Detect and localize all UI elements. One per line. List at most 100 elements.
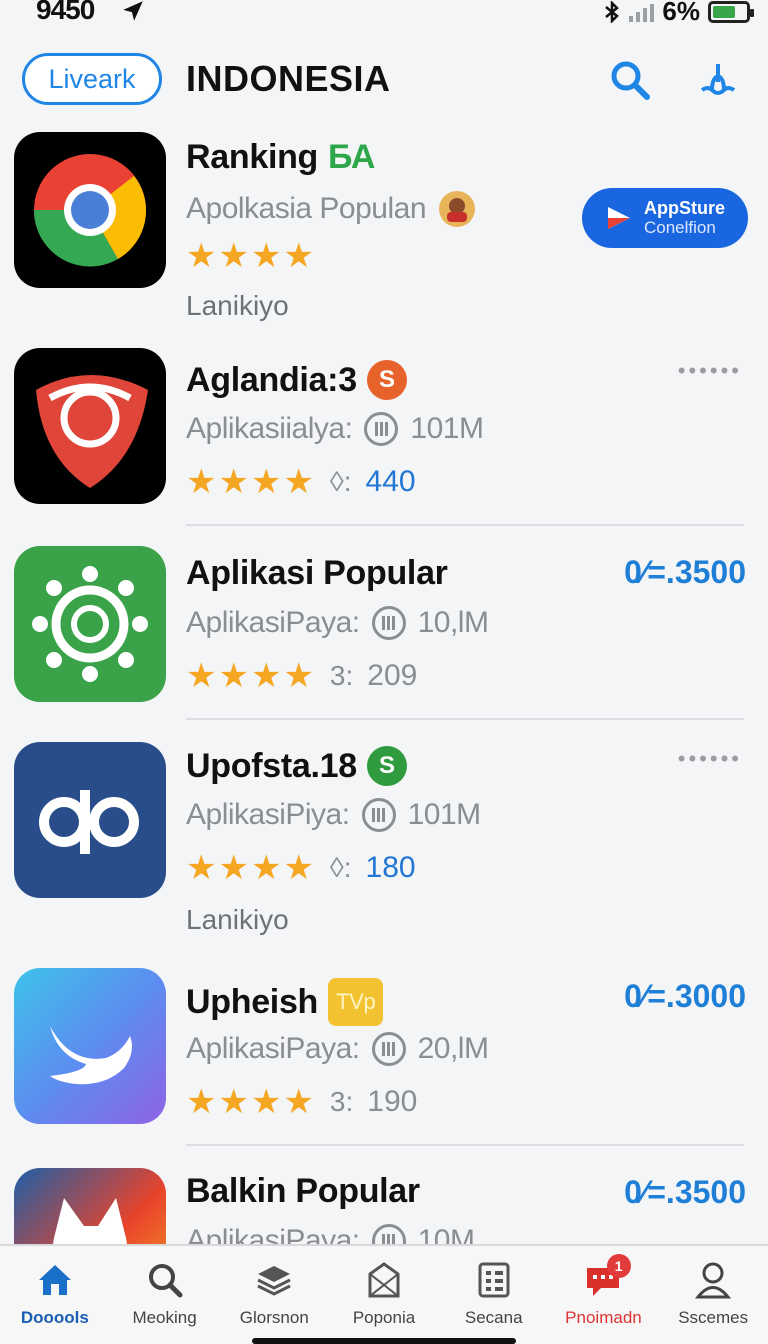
- rating-count: 209: [367, 659, 418, 692]
- rating-count: 190: [367, 1085, 418, 1118]
- tab-label: Secana: [464, 1308, 523, 1327]
- mic-icon[interactable]: [694, 56, 742, 104]
- app-name: Aplikasi Popular: [186, 554, 448, 592]
- app-badge: БА: [328, 138, 376, 176]
- button-line1: AppSture: [644, 198, 725, 218]
- subtitle-text: AplikasiPaya:: [186, 1032, 360, 1065]
- app-name: Ranking: [186, 138, 319, 176]
- divider: [186, 1144, 744, 1146]
- home-indicator: [252, 1338, 516, 1344]
- star-rating: ★★★★: [186, 1083, 316, 1121]
- chrome-app-icon: [14, 132, 166, 288]
- gear-app-icon: [14, 546, 166, 702]
- header: Liveark INDONESIA: [0, 48, 768, 112]
- app-subtitle: AplikasiPiya: 101M: [186, 798, 481, 832]
- download-count: 101M: [410, 412, 484, 445]
- star-rating: ★★★★: [186, 463, 316, 501]
- tab-store[interactable]: Poponia: [329, 1246, 439, 1344]
- tab-layers[interactable]: Glorsnon: [219, 1246, 329, 1344]
- rating-symbol: ◊:: [329, 852, 352, 883]
- subtitle-text: AplikasiPiya:: [186, 798, 350, 831]
- app-tag: Lanikiyo: [186, 290, 289, 321]
- appstore-connection-button[interactable]: AppSture Conelfion: [582, 188, 748, 248]
- tab-messages[interactable]: 1 Pnoimadn: [549, 1246, 659, 1344]
- app-subtitle: AplikasiPaya: 10,lM: [186, 606, 489, 640]
- tab-label: Sscemes: [678, 1308, 749, 1327]
- tab-search[interactable]: Meoking: [110, 1246, 220, 1344]
- rating-count: 180: [365, 851, 416, 884]
- app-name: Balkin Popular: [186, 1172, 420, 1210]
- battery-percent: 6%: [662, 0, 700, 26]
- app-tag: Lanikiyo: [186, 904, 289, 935]
- tab-label: Glorsnon: [239, 1308, 309, 1327]
- tab-label: Poponia: [352, 1308, 416, 1327]
- download-icon: [364, 412, 399, 446]
- download-count: 101M: [407, 798, 482, 831]
- bird-app-icon: [14, 968, 166, 1124]
- app-title: Upheish TVp: [186, 978, 384, 1026]
- download-icon: [371, 1224, 406, 1244]
- subtitle-text: Aplikasiialya:: [186, 412, 353, 445]
- more-options-button[interactable]: ••••••: [678, 746, 742, 772]
- button-line2: Conelfion: [644, 218, 716, 237]
- app-name: Upofsta.18: [186, 746, 357, 785]
- status-bar: 9450 6%: [0, 0, 768, 28]
- tab-label: Meoking: [132, 1308, 197, 1327]
- download-count: 10,lM: [417, 606, 489, 639]
- app-rating: ★★★★ ◊: 440: [186, 462, 416, 502]
- app-name: Upheish: [186, 982, 319, 1021]
- price-button[interactable]: 0⁄=.3500: [624, 1174, 746, 1211]
- search-icon: [148, 1264, 183, 1298]
- app-subtitle: Apolkasia Populan: [186, 190, 476, 228]
- download-icon: [361, 798, 396, 832]
- app-title: Ranking БА: [186, 138, 375, 177]
- aglandia-app-icon: [14, 348, 166, 504]
- page-title: INDONESIA: [186, 58, 391, 99]
- download-icon: [371, 1032, 406, 1066]
- app-rating: ★★★★ 3: 190: [186, 1082, 417, 1122]
- rating-count: 440: [365, 465, 416, 498]
- person-icon: [695, 1262, 732, 1299]
- store-icon: [368, 1262, 400, 1298]
- subtitle-text: AplikasiPaya:: [186, 1224, 360, 1244]
- status-time: 9450: [36, 0, 95, 25]
- location-arrow-icon: [123, 1, 143, 21]
- status-right: 6%: [603, 0, 754, 27]
- app-title: Upofsta.18 S: [186, 746, 407, 786]
- tab-label: Dooools: [20, 1308, 89, 1327]
- liveark-pill-button[interactable]: Liveark: [22, 53, 162, 105]
- notification-badge: 1: [606, 1254, 631, 1278]
- download-count: 20,lM: [417, 1032, 489, 1065]
- tab-home[interactable]: Dooools: [0, 1246, 110, 1344]
- app-subtitle: Aplikasiialya: 101M: [186, 412, 484, 446]
- price-button[interactable]: 0⁄=.3000: [624, 978, 746, 1015]
- home-icon: [38, 1265, 71, 1295]
- app-subtitle: AplikasiPaya: 20,lM: [186, 1032, 489, 1066]
- download-count: 10M: [417, 1224, 475, 1244]
- layers-icon: [257, 1266, 291, 1296]
- subtitle-text: Apolkasia Populan: [186, 192, 427, 225]
- play-arrow-icon: [608, 207, 630, 229]
- price-button[interactable]: 0⁄=.3500: [624, 554, 746, 591]
- app-rating: ★★★★ 3: 209: [186, 656, 417, 696]
- signal-icon: [629, 2, 655, 22]
- star-rating: ★★★★: [186, 657, 316, 695]
- more-options-button[interactable]: ••••••: [678, 358, 742, 384]
- app-rating: ★★★★ ◊: 180: [186, 848, 416, 888]
- subtitle-text: AplikasiPaya:: [186, 606, 360, 639]
- app-subtitle: AplikasiPaya: 10M: [186, 1224, 475, 1244]
- rating-symbol: 3:: [329, 1086, 354, 1117]
- tab-label: Pnoimadn: [565, 1308, 642, 1327]
- search-icon[interactable]: [606, 56, 654, 104]
- tab-profile[interactable]: Sscemes: [658, 1246, 768, 1344]
- app-badge: TVp: [328, 978, 384, 1026]
- qp-app-icon: [14, 742, 166, 898]
- divider: [186, 524, 744, 526]
- app-list: Ranking БА Apolkasia Populan ★★★★ Laniki…: [0, 130, 768, 1244]
- app-title: Balkin Popular: [186, 1172, 420, 1211]
- app-badge: S: [366, 360, 407, 400]
- divider: [186, 718, 744, 720]
- download-icon: [371, 606, 406, 640]
- tab-bar: Dooools Meoking Glorsnon Poponia Secana …: [0, 1244, 768, 1344]
- tab-list[interactable]: Secana: [439, 1246, 549, 1344]
